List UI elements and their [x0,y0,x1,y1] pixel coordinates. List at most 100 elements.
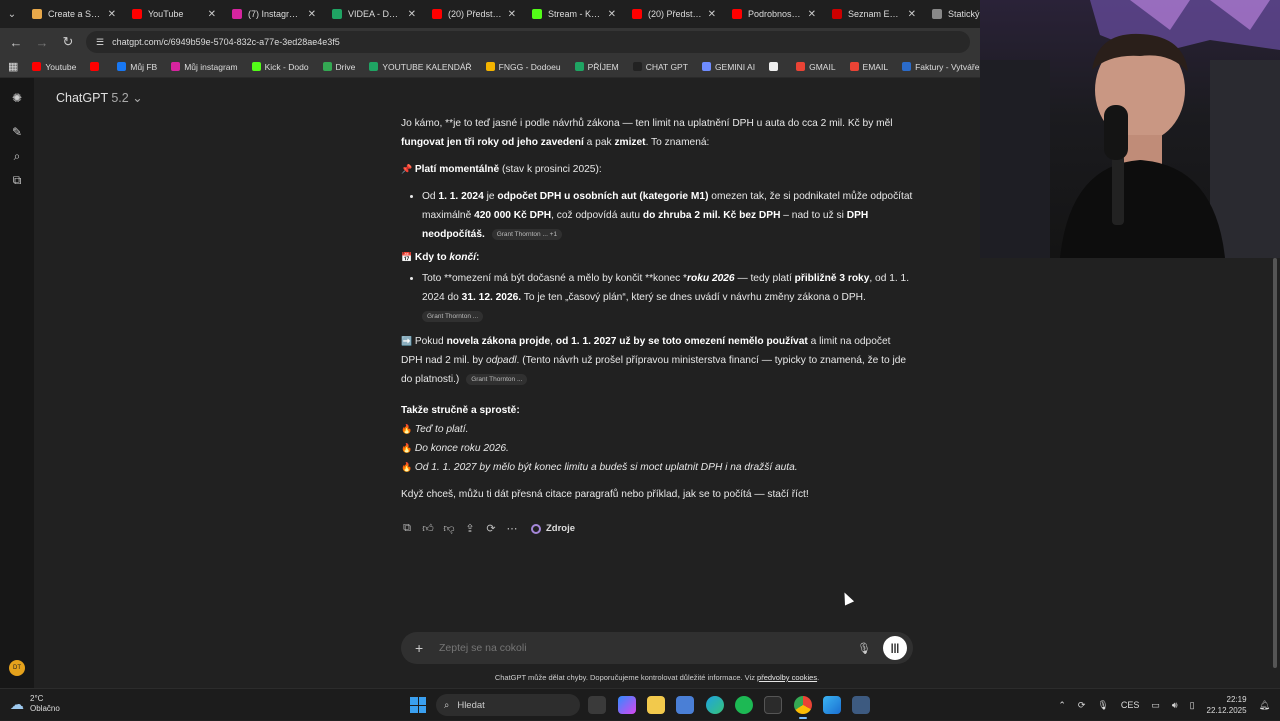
sync-icon[interactable]: ⟳ [1078,700,1086,711]
tab-search-menu-icon[interactable]: ⌄ [0,0,24,28]
model-name: ChatGPT [56,91,108,105]
browser-tab[interactable]: Podrobnosti o ✕ [724,0,824,28]
reload-icon[interactable]: ↻ [60,34,76,50]
close-tab-icon[interactable]: ✕ [408,9,416,20]
bookmark[interactable]: EMAIL [849,62,888,72]
close-tab-icon[interactable]: ✕ [608,9,616,20]
close-tab-icon[interactable]: ✕ [308,9,316,20]
bookmark[interactable]: CHAT GPT [632,62,688,72]
browser-tab[interactable]: VIDEA - DODO ✕ [324,0,424,28]
openai-logo-icon[interactable]: ✺ [9,90,25,106]
avatar[interactable]: DT [9,660,25,676]
file-explorer-icon[interactable] [647,696,665,714]
store-icon[interactable] [676,696,694,714]
task-view-icon[interactable] [588,696,606,714]
chevron-up-icon[interactable]: ⌃ [1058,700,1066,711]
tab-title: (20) Předstírám [448,9,502,19]
thumbs-down-icon[interactable]: 👎︎ [443,522,455,535]
source-chip[interactable]: Grant Thornton ... [422,310,484,322]
search-chats-icon[interactable]: ⌕ [9,148,25,164]
microphone-tray-icon[interactable]: 🎙︎ [1097,700,1108,711]
bookmark-favicon-icon [369,62,379,71]
notifications-icon[interactable]: 🔔︎ [1259,700,1270,711]
browser-tab[interactable]: (7) Instagram - ✕ [224,0,324,28]
bookmark[interactable]: FNGG - Dodoeu [485,62,561,72]
new-chat-icon[interactable]: ✎ [9,124,25,140]
forward-icon[interactable]: → [34,35,50,50]
photos-icon[interactable] [823,696,841,714]
copilot-icon[interactable] [618,696,636,714]
volume-icon[interactable]: 🔊︎ [1172,700,1178,711]
bookmark[interactable]: Můj instagram [171,61,238,72]
bookmark-label: Můj FB [130,61,158,72]
close-tab-icon[interactable]: ✕ [108,9,116,20]
tab-favicon-icon [832,9,842,19]
browser-tab[interactable]: (20) Předstírám ✕ [424,0,524,28]
edge-icon[interactable] [706,696,724,714]
source-chip[interactable]: Grant Thornton ... +1 [491,228,563,240]
bookmark[interactable]: YOUTUBE KALENDÁŘ [369,62,472,72]
apps-grid-icon[interactable]: ▦ [8,60,18,73]
voice-mode-button[interactable]: ||| [883,636,907,660]
microphone-icon[interactable]: 🎙︎ [857,642,871,655]
close-tab-icon[interactable]: ✕ [808,9,816,20]
bookmark[interactable]: Můj FB [117,62,157,72]
spotify-icon[interactable] [735,696,753,714]
tab-favicon-icon [632,9,642,19]
bookmark-favicon-icon [32,62,42,71]
copy-icon[interactable]: ⧉ [401,522,413,535]
bookmark[interactable]: GEMINI AI [701,61,756,72]
sources-button[interactable]: Zdroje [531,523,575,534]
bookmark-label: Můj instagram [184,61,238,72]
bookmark-label: GMAIL [809,61,836,72]
bookmark[interactable]: Youtube [32,62,76,72]
bookmark[interactable] [769,62,782,72]
start-button[interactable] [410,697,426,713]
bookmark[interactable]: GMAIL [796,61,836,72]
back-icon[interactable]: ← [8,35,24,50]
closing-paragraph: Když chceš, můžu ti dát přesná citace pa… [401,489,809,500]
library-icon[interactable]: ⧉ [9,172,25,188]
close-tab-icon[interactable]: ✕ [708,9,716,20]
source-chip[interactable]: Grant Thornton ... [466,373,528,385]
bookmark[interactable]: Drive [322,62,355,72]
bookmark-label: Kick - Dodo [264,61,309,72]
taskbar-search[interactable]: ⌕ Hledat [436,694,580,716]
terminal-icon[interactable] [764,696,782,714]
close-tab-icon[interactable]: ✕ [208,9,216,20]
end-date-heading: 📅 Kdy to končí: [401,248,913,267]
network-icon[interactable]: ▭ [1151,700,1160,711]
close-tab-icon[interactable]: ✕ [908,9,916,20]
close-tab-icon[interactable]: ✕ [508,9,516,20]
more-options-icon[interactable]: ⋯ [506,522,518,535]
share-icon[interactable]: ⇪ [464,522,476,535]
browser-tab[interactable]: Create a Single ✕ [24,0,124,28]
bookmark[interactable]: PŘÍJEM [574,62,619,72]
tab-title: Create a Single [48,9,102,19]
scrollbar-thumb[interactable] [1273,258,1277,668]
prompt-input[interactable] [439,642,858,654]
cookie-preferences-link[interactable]: předvolby cookies [757,673,817,682]
calculator-icon[interactable] [852,696,870,714]
site-info-icon[interactable]: ☰ [96,37,104,48]
regenerate-icon[interactable]: ⟳ [485,522,497,535]
browser-tab[interactable]: Seznam Email ✕ [824,0,924,28]
address-bar[interactable]: ☰ chatgpt.com/c/6949b59e-5704-832c-a77e-… [86,31,970,53]
clock[interactable]: 22:19 22.12.2025 [1207,694,1247,716]
weather-widget[interactable]: ☁ 2°C Oblačno [10,694,60,714]
browser-tab[interactable]: YouTube ✕ [124,0,224,28]
page-scrollbar[interactable] [1270,258,1280,688]
browser-tab[interactable]: (20) Předstírám ✕ [624,0,724,28]
add-attachment-icon[interactable]: + [415,640,429,656]
browser-tab[interactable]: Stream - Kick D ✕ [524,0,624,28]
thumbs-up-icon[interactable]: 👍︎ [422,522,434,535]
bookmark[interactable]: Faktury - Vytváření [902,62,980,72]
battery-icon[interactable]: ▯ [1190,700,1195,711]
bookmark-label: GEMINI AI [714,61,756,72]
model-selector[interactable]: ChatGPT 5.2 ⌄ [56,90,143,105]
language-indicator[interactable]: CES [1121,700,1140,710]
bookmark[interactable]: Kick - Dodo [251,61,309,72]
chrome-icon[interactable] [794,696,812,719]
bookmark[interactable] [90,62,103,72]
bookmark-favicon-icon [574,62,584,71]
